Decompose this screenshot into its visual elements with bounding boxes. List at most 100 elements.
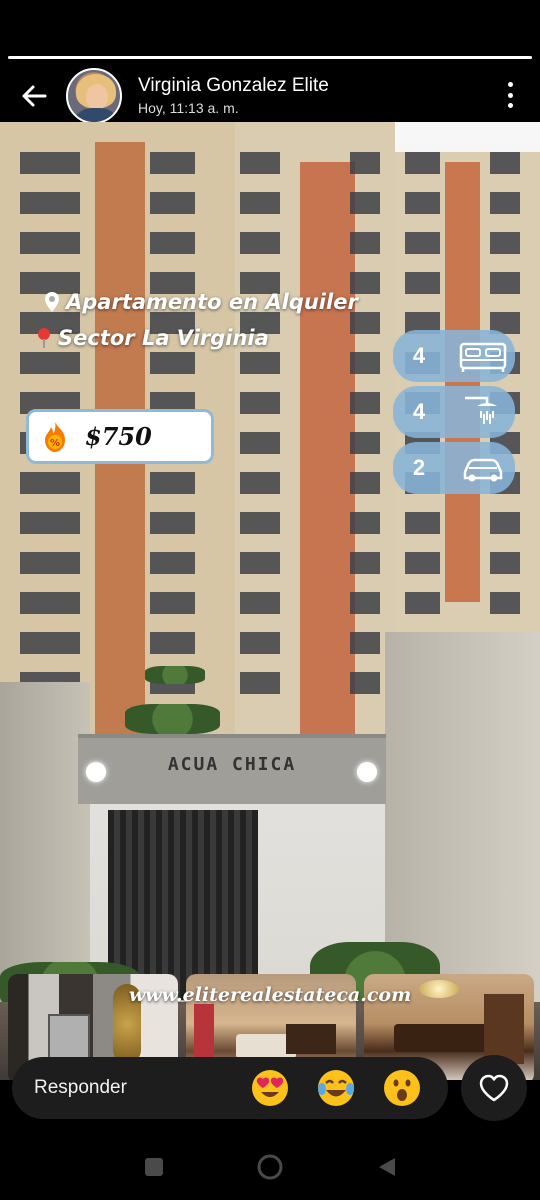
- building-window: [240, 152, 280, 174]
- laughing-reaction-button[interactable]: [316, 1068, 356, 1108]
- building-window: [350, 592, 380, 614]
- building-window: [405, 552, 440, 574]
- building-window: [350, 152, 380, 174]
- building-window: [240, 512, 280, 534]
- heart-eyes-reaction-button[interactable]: [250, 1068, 290, 1108]
- building-window: [405, 592, 440, 614]
- bed-icon: [459, 342, 507, 372]
- open-mouth-emoji-icon: [384, 1070, 420, 1106]
- reply-input[interactable]: Responder: [34, 1077, 228, 1099]
- location-line-1: Apartamento en Alquiler: [44, 290, 358, 314]
- building-window: [150, 152, 195, 174]
- heart-outline-icon: [479, 1074, 509, 1102]
- building-window: [20, 472, 80, 494]
- tears-of-joy-emoji-icon: [318, 1070, 354, 1106]
- building-window: [240, 552, 280, 574]
- building-window: [20, 352, 80, 374]
- user-name: Virginia Gonzalez Elite: [138, 75, 329, 96]
- building-window: [150, 512, 195, 534]
- building-window: [405, 152, 440, 174]
- square-icon: [145, 1158, 163, 1176]
- building-window: [150, 632, 195, 654]
- red-pin-icon: [38, 328, 50, 348]
- building-window: [490, 272, 520, 294]
- map-pin-icon: [45, 292, 59, 312]
- story-timestamp: Hoy, 11:13 a. m.: [138, 100, 239, 116]
- bedrooms-count: 4: [412, 343, 426, 368]
- story-progress-fill: [8, 56, 532, 59]
- building-window: [150, 352, 195, 374]
- feature-parking: 2: [393, 442, 515, 494]
- triangle-back-icon: [379, 1158, 395, 1176]
- building-window: [350, 392, 380, 414]
- story-image[interactable]: ACUA CHICA Apartamento en Alquiler Secto…: [0, 122, 540, 1080]
- reply-bar: Responder: [12, 1057, 448, 1119]
- svg-text:%: %: [50, 438, 60, 449]
- building-window: [20, 192, 80, 214]
- feature-bedrooms: 4: [393, 330, 515, 382]
- building-window: [490, 592, 520, 614]
- building-window: [405, 232, 440, 254]
- back-nav-button[interactable]: [372, 1152, 402, 1182]
- building-window: [350, 312, 380, 334]
- lamp-icon: [357, 762, 377, 782]
- building-window: [350, 512, 380, 534]
- building-window: [490, 152, 520, 174]
- building-window: [20, 632, 80, 654]
- car-icon: [463, 458, 503, 482]
- building-window: [240, 592, 280, 614]
- price-card: % $750: [26, 409, 214, 464]
- building-window: [350, 232, 380, 254]
- feature-bathrooms: 4: [393, 386, 515, 438]
- building-window: [150, 592, 195, 614]
- building-window: [350, 352, 380, 374]
- story-header: Virginia Gonzalez Elite Hoy, 11:13 a. m.: [0, 66, 540, 126]
- avatar[interactable]: [66, 68, 122, 124]
- building-window: [350, 672, 380, 694]
- story-screen: Virginia Gonzalez Elite Hoy, 11:13 a. m.…: [0, 0, 540, 1200]
- lamp-icon: [86, 762, 106, 782]
- building-window: [240, 432, 280, 454]
- surprised-reaction-button[interactable]: [382, 1068, 422, 1108]
- building-window: [20, 592, 80, 614]
- building-window: [350, 632, 380, 654]
- building-window: [490, 192, 520, 214]
- building-window: [20, 152, 80, 174]
- user-info[interactable]: Virginia Gonzalez Elite Hoy, 11:13 a. m.: [138, 75, 329, 117]
- shower-icon: [465, 396, 497, 424]
- story-progress-bar: [8, 56, 532, 59]
- parking-count: 2: [412, 455, 426, 480]
- back-button[interactable]: [16, 78, 52, 114]
- building-window: [240, 632, 280, 654]
- building-window: [150, 472, 195, 494]
- building-window: [150, 552, 195, 574]
- home-button[interactable]: [255, 1152, 285, 1182]
- listing-title: Apartamento en Alquiler: [66, 290, 358, 314]
- building-window: [240, 352, 280, 374]
- recent-apps-button[interactable]: [139, 1152, 169, 1182]
- building-window: [240, 192, 280, 214]
- building-window: [490, 232, 520, 254]
- more-vertical-icon: [507, 82, 513, 87]
- arrow-left-icon: [22, 85, 47, 107]
- building-window: [150, 232, 195, 254]
- building-window: [350, 472, 380, 494]
- building-window: [490, 552, 520, 574]
- bathrooms-count: 4: [412, 399, 426, 424]
- building-window: [150, 192, 195, 214]
- listing-sector: Sector La Virginia: [58, 326, 269, 350]
- building-window: [240, 232, 280, 254]
- building-window: [405, 512, 440, 534]
- more-options-button[interactable]: [500, 78, 520, 112]
- like-button[interactable]: [461, 1055, 527, 1121]
- building-sign: ACUA CHICA: [167, 754, 297, 775]
- building-window: [240, 672, 280, 694]
- quick-reactions: [250, 1068, 448, 1108]
- building-window: [405, 272, 440, 294]
- website-link[interactable]: www.eliterealestateca.com: [0, 984, 540, 1006]
- building-window: [240, 392, 280, 414]
- building-window: [240, 472, 280, 494]
- building-window: [350, 552, 380, 574]
- fire-icon: %: [45, 421, 65, 452]
- building-window: [490, 512, 520, 534]
